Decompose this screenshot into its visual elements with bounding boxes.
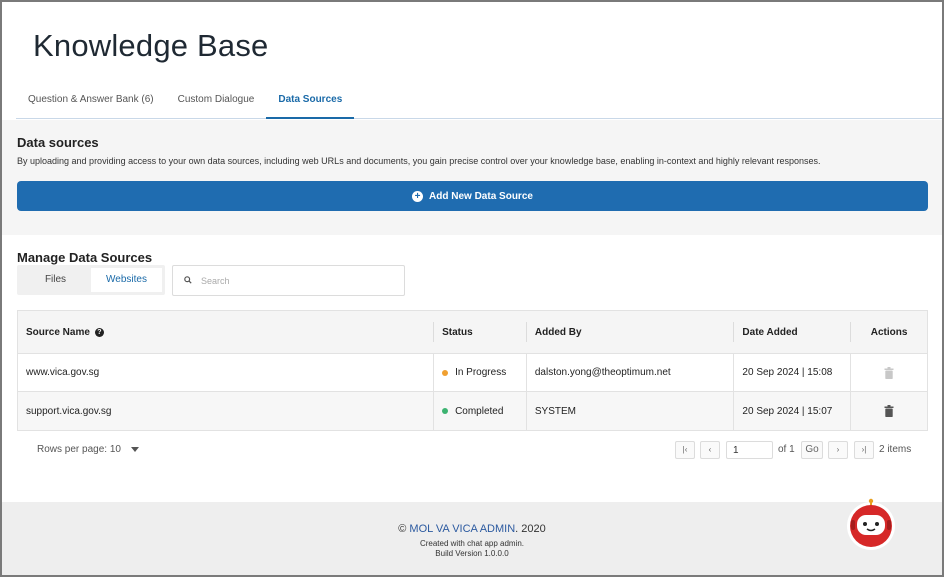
next-page-icon: › (836, 445, 840, 454)
copyright-symbol: © (398, 523, 407, 535)
trash-icon (884, 366, 894, 379)
pagination: Rows per page: 10 |‹ ‹ of 1 Go › ›| 2 it… (17, 439, 928, 461)
plus-circle-icon: + (412, 190, 424, 202)
tab-bar: Question & Answer Bank (6) Custom Dialog… (16, 86, 942, 119)
source-name-header-label: Source Name (26, 326, 90, 338)
page-count-label: of 1 (778, 444, 795, 455)
first-page-icon: |‹ (682, 445, 688, 454)
last-page-icon: ›| (861, 445, 867, 454)
add-new-data-source-button[interactable]: + Add New Data Source (17, 181, 928, 211)
prev-page-button[interactable]: ‹ (700, 441, 720, 459)
next-page-button[interactable]: › (828, 441, 848, 459)
data-sources-description: By uploading and providing access to you… (17, 156, 821, 166)
table-row: support.vica.gov.sg Completed SYSTEM 20 … (18, 392, 927, 430)
tab-custom-dialogue[interactable]: Custom Dialogue (166, 86, 267, 119)
footer-brand-link[interactable]: MOL VA VICA ADMIN (409, 523, 515, 535)
rows-per-page-value: 10 (109, 444, 121, 455)
data-sources-table: Source Name ? Status Added By Date Added… (17, 310, 928, 431)
first-page-button[interactable]: |‹ (675, 441, 695, 459)
add-new-data-source-label: Add New Data Source (429, 190, 533, 202)
tab-question-answer-bank[interactable]: Question & Answer Bank (6) (16, 86, 166, 119)
search-icon (183, 275, 193, 286)
robot-avatar-icon[interactable] (845, 498, 897, 550)
table-row: www.vica.gov.sg In Progress dalston.yong… (18, 354, 927, 392)
column-header-added-by[interactable]: Added By (525, 322, 734, 342)
status-text: Completed (455, 405, 504, 417)
items-count: 2 items (879, 444, 912, 455)
data-sources-heading: Data sources (17, 135, 99, 150)
status-cell: In Progress (433, 354, 526, 391)
app-window: Knowledge Base Question & Answer Bank (6… (0, 0, 944, 577)
footer: © MOL VA VICA ADMIN. 2020 Created with c… (2, 502, 942, 575)
footer-year: . 2020 (515, 523, 546, 535)
rows-per-page-label: Rows per page: (37, 444, 108, 455)
status-dot-icon (442, 369, 449, 376)
added-by-cell: SYSTEM (525, 392, 734, 430)
page-title: Knowledge Base (33, 28, 269, 63)
data-sources-panel: Data sources By uploading and providing … (2, 120, 942, 235)
footer-build-version: Build Version 1.0.0.0 (435, 549, 509, 558)
date-added-cell: 20 Sep 2024 | 15:07 (733, 392, 850, 430)
actions-cell (850, 354, 927, 391)
status-dot-icon (442, 408, 449, 414)
column-header-source-name[interactable]: Source Name ? (18, 311, 433, 353)
chevron-down-icon (130, 446, 139, 452)
tab-data-sources[interactable]: Data Sources (266, 86, 355, 119)
toggle-websites[interactable]: Websites (91, 268, 162, 292)
status-text: In Progress (455, 367, 507, 378)
help-icon[interactable]: ? (94, 327, 104, 337)
actions-cell (850, 392, 927, 430)
table-header-row: Source Name ? Status Added By Date Added… (18, 311, 927, 354)
last-page-button[interactable]: ›| (854, 441, 874, 459)
source-name-cell: support.vica.gov.sg (26, 405, 112, 417)
source-type-toggle: Files Websites (17, 265, 165, 295)
manage-data-sources-heading: Manage Data Sources (17, 250, 153, 265)
prev-page-icon: ‹ (708, 445, 712, 454)
page-number-input[interactable] (726, 441, 773, 459)
search-box (172, 265, 405, 296)
go-button[interactable]: Go (801, 441, 823, 459)
column-header-actions: Actions (850, 322, 927, 342)
date-added-cell: 20 Sep 2024 | 15:08 (733, 354, 850, 391)
column-header-status[interactable]: Status (433, 322, 526, 342)
rows-per-page-select[interactable]: Rows per page: 10 (37, 444, 139, 455)
toggle-files[interactable]: Files (20, 268, 91, 292)
column-header-date-added[interactable]: Date Added (733, 322, 850, 342)
footer-created-with: Created with chat app admin. (419, 539, 525, 548)
status-cell: Completed (433, 392, 526, 430)
search-input[interactable] (201, 275, 391, 286)
added-by-cell: dalston.yong@theoptimum.net (525, 354, 734, 391)
footer-copyright: © MOL VA VICA ADMIN. 2020 (2, 523, 942, 535)
source-name-cell: www.vica.gov.sg (26, 367, 100, 378)
trash-icon[interactable] (884, 405, 894, 417)
